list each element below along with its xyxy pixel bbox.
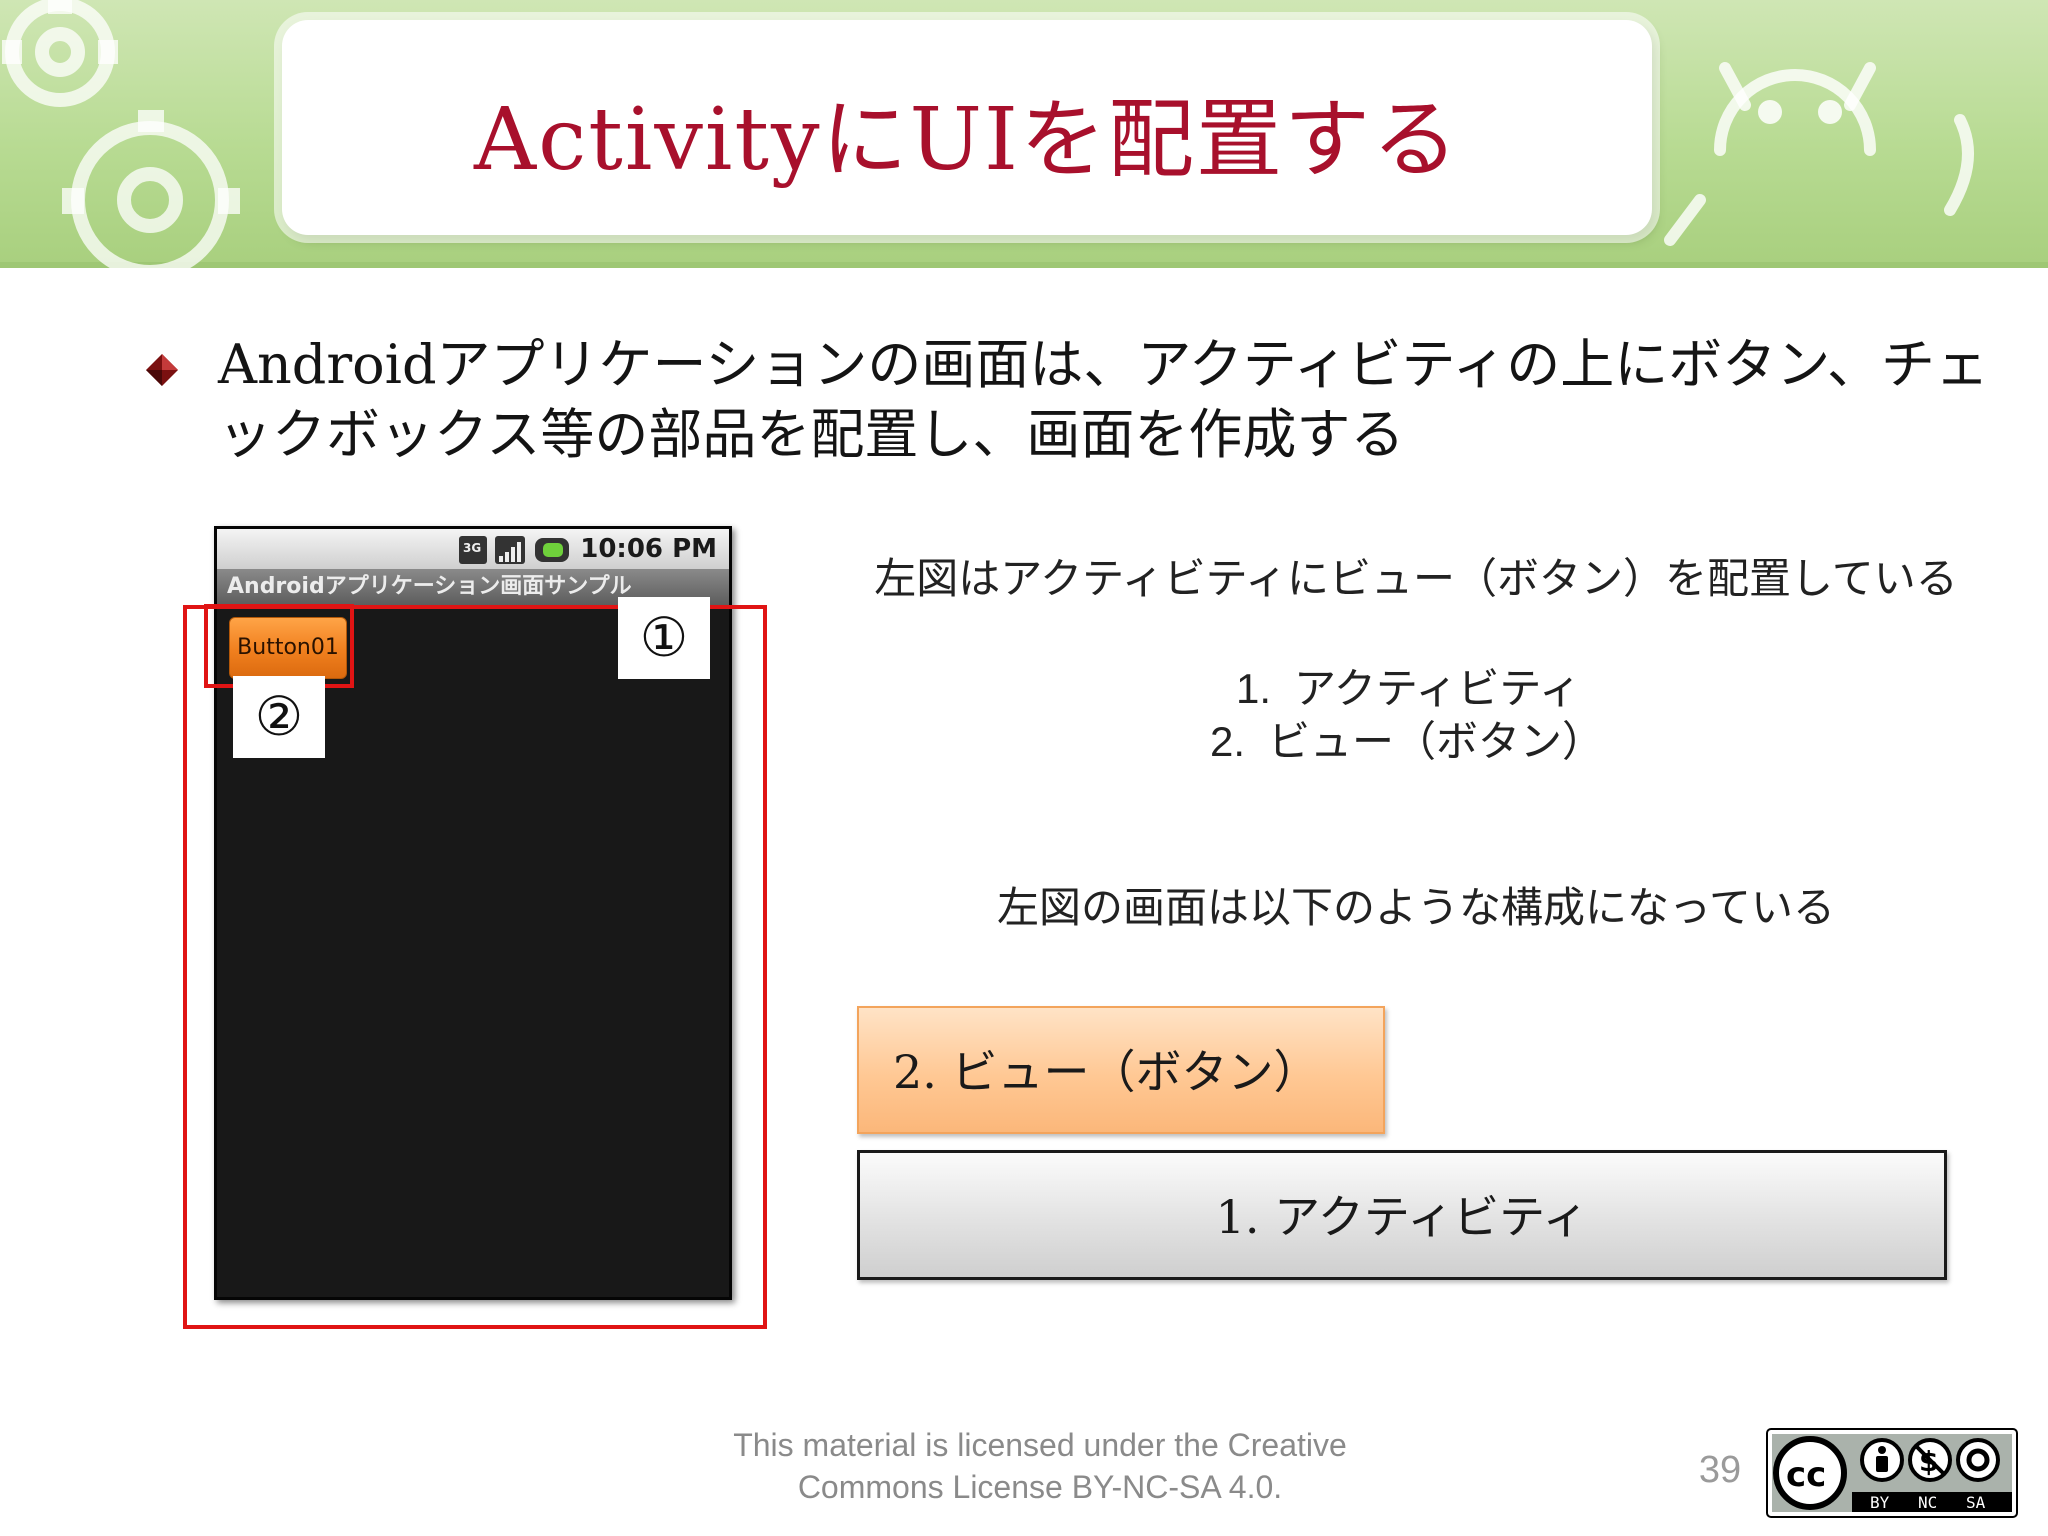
activity-layer-label: 1. アクティビティ: [1215, 1190, 1589, 1244]
signal-icon: [495, 536, 525, 564]
cc-license-badge-icon: cc $ BY NC SA: [1766, 1428, 2018, 1518]
svg-text:cc: cc: [1786, 1455, 1826, 1495]
list-item-number: 1.: [1236, 665, 1272, 712]
caption-intro: 左図はアクティビティにビュー（ボタン）を配置している: [874, 554, 1958, 603]
license-text: This material is licensed under the Crea…: [640, 1424, 1440, 1508]
slide: ActivityにUIを配置する Androidアプリケーションの画面は、アクテ…: [0, 0, 2048, 1536]
header-banner: ActivityにUIを配置する: [0, 0, 2048, 268]
slide-title: ActivityにUIを配置する: [473, 90, 1461, 190]
view-layer-label: 2. ビュー（ボタン）: [893, 1045, 1320, 1099]
title-box: ActivityにUIを配置する: [282, 20, 1652, 235]
app-title: Androidアプリケーション画面サンプル: [227, 574, 632, 599]
nc-icon: $: [1908, 1438, 1952, 1482]
composition-text: 左図の画面は以下のような構成になっている: [997, 883, 1835, 932]
callout-activity-number: ①: [618, 597, 710, 679]
activity-layer-box: 1. アクティビティ: [857, 1150, 1947, 1280]
list-item-text: アクティビティ: [1294, 664, 1581, 713]
svg-text:3G: 3G: [463, 541, 481, 555]
list-item-text: ビュー（ボタン）: [1268, 717, 1605, 766]
list-item: 2. ビュー（ボタン）: [1210, 715, 1736, 768]
view-layer-box: 2. ビュー（ボタン）: [857, 1006, 1385, 1134]
list-item: 1. アクティビティ: [1236, 662, 1736, 715]
by-icon: [1860, 1438, 1904, 1482]
list-item-number: 2.: [1210, 718, 1246, 765]
battery-icon: [535, 538, 569, 562]
arrow-bullet-icon: [146, 354, 178, 386]
badge-label-by: BY: [1870, 1493, 1890, 1512]
license-line-2: Commons License BY-NC-SA 4.0.: [797, 1469, 1283, 1505]
sa-icon: [1956, 1438, 2000, 1482]
status-time: 10:06 PM: [580, 534, 717, 564]
page-number: 39: [1698, 1449, 1742, 1491]
license-line-1: This material is licensed under the Crea…: [733, 1427, 1347, 1463]
callout-button-number: ②: [233, 676, 325, 758]
caption-list: 1. アクティビティ 2. ビュー（ボタン）: [1210, 662, 1736, 768]
badge-label-sa: SA: [1966, 1493, 1986, 1512]
status-bar: 3G 10:06 PM: [217, 529, 729, 569]
bullet-text: Androidアプリケーションの画面は、アクティビティの上にボタン、チェックボッ…: [218, 333, 1990, 466]
badge-label-nc: NC: [1918, 1493, 1937, 1512]
status-icons: 3G: [459, 536, 569, 564]
3g-icon: 3G: [459, 536, 487, 564]
